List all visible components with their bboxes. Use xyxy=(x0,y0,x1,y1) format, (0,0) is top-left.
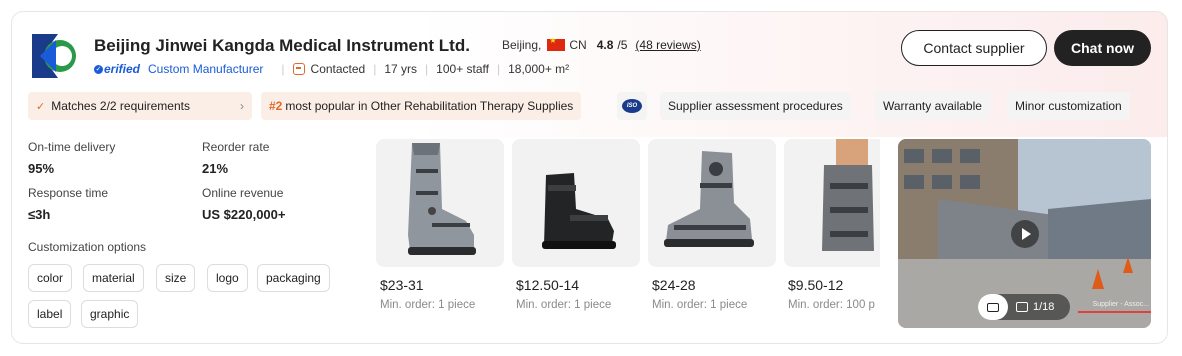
reorder-rate-value: 21% xyxy=(202,161,229,176)
factory-video[interactable]: 1/18 Supplier - Assoc... xyxy=(898,139,1151,328)
supplier-assessment-chip[interactable]: Supplier assessment procedures xyxy=(660,92,851,120)
reviews-link[interactable]: (48 reviews) xyxy=(635,38,700,52)
product-card[interactable]: $24-28 Min. order: 1 piece xyxy=(648,139,776,311)
customization-label: Customization options xyxy=(28,240,147,254)
media-count: 1/18 xyxy=(1033,301,1055,313)
product-min-order: Min. order: 1 piece xyxy=(380,299,476,311)
product-price: $23-31 xyxy=(380,277,424,293)
contact-supplier-button[interactable]: Contact supplier xyxy=(901,30,1047,66)
contacted-status: Contacted xyxy=(310,62,366,76)
city: Beijing, xyxy=(502,38,542,52)
divider: | xyxy=(281,62,285,76)
online-revenue-value: US $220,000+ xyxy=(202,207,286,222)
country-code: CN xyxy=(569,38,587,52)
product-image[interactable] xyxy=(512,139,640,267)
product-price: $9.50-12 xyxy=(788,277,844,293)
video-camera-icon[interactable] xyxy=(978,294,1008,320)
supplier-card: Beijing Jinwei Kangda Medical Instrument… xyxy=(11,11,1168,344)
online-revenue-label: Online revenue xyxy=(202,186,284,200)
customization-tag[interactable]: logo xyxy=(207,264,248,292)
contacted-icon xyxy=(292,63,305,75)
ontime-delivery-label: On-time delivery xyxy=(28,140,116,154)
matches-text: Matches 2/2 requirements xyxy=(51,99,190,113)
matches-requirements-chip[interactable]: ✓ Matches 2/2 requirements › xyxy=(28,92,252,120)
check-icon: ✓ xyxy=(36,101,46,113)
ontime-delivery-value: 95% xyxy=(28,161,55,176)
popularity-chip[interactable]: #2 most popular in Other Rehabilitation … xyxy=(261,92,582,120)
response-time-label: Response time xyxy=(28,186,109,200)
popularity-text: most popular in Other Rehabilitation The… xyxy=(285,99,574,113)
customization-tag[interactable]: material xyxy=(83,264,144,292)
verified-badge[interactable]: ✓ erified xyxy=(94,62,140,76)
iso-icon: ISO xyxy=(622,99,642,113)
customization-tag[interactable]: packaging xyxy=(257,264,330,292)
response-time-value: ≤3h xyxy=(28,207,51,222)
verified-check-icon: ✓ xyxy=(94,64,103,74)
chevron-right-icon: › xyxy=(240,99,244,113)
verified-text: erified xyxy=(104,62,141,76)
product-min-order: Min. order: 1 piece xyxy=(652,299,748,311)
play-icon[interactable] xyxy=(1011,220,1039,248)
media-switcher[interactable]: 1/18 xyxy=(978,294,1070,320)
product-min-order: Min. order: 1 piece xyxy=(516,299,612,311)
warranty-chip[interactable]: Warranty available xyxy=(875,92,990,120)
chat-now-button[interactable]: Chat now xyxy=(1054,30,1151,66)
divider: | xyxy=(425,62,429,76)
minor-customization-chip[interactable]: Minor customization xyxy=(1007,92,1130,120)
product-min-order: Min. order: 100 p xyxy=(788,299,875,311)
company-name[interactable]: Beijing Jinwei Kangda Medical Instrument… xyxy=(94,36,470,56)
customization-tag[interactable]: graphic xyxy=(81,300,139,328)
verified-type[interactable]: Custom Manufacturer xyxy=(148,62,263,76)
staff-count: 100+ staff xyxy=(436,62,489,76)
rating-value: 4.8 xyxy=(596,38,614,52)
image-gallery-icon[interactable] xyxy=(1016,302,1028,312)
china-flag-icon xyxy=(547,36,566,51)
company-logo[interactable] xyxy=(28,30,80,82)
customization-tag[interactable]: size xyxy=(156,264,196,292)
product-card[interactable]: $12.50-14 Min. order: 1 piece xyxy=(512,139,640,311)
divider: | xyxy=(373,62,377,76)
supplier-meta: ✓ erified Custom Manufacturer | Contacted… xyxy=(94,62,569,76)
factory-area: 18,000+ m² xyxy=(508,62,570,76)
reorder-rate-label: Reorder rate xyxy=(202,140,270,154)
iso-certification-chip[interactable]: ISO xyxy=(617,92,647,120)
product-card[interactable]: $23-31 Min. order: 1 piece xyxy=(376,139,504,311)
product-card[interactable]: $9.50-12 Min. order: 100 p xyxy=(784,139,880,311)
popularity-rank: #2 xyxy=(269,99,283,113)
years-in-business: 17 yrs xyxy=(384,62,418,76)
rating-scale: /5 xyxy=(617,38,628,52)
product-image[interactable] xyxy=(784,139,880,267)
customization-tag[interactable]: color xyxy=(28,264,73,292)
video-caption: Supplier - Assoc... xyxy=(1092,301,1149,308)
supplier-location: Beijing, CN 4.8/5 (48 reviews) xyxy=(502,36,701,52)
product-price: $12.50-14 xyxy=(516,277,580,293)
customization-tag[interactable]: label xyxy=(28,300,72,328)
product-image[interactable] xyxy=(648,139,776,267)
product-price: $24-28 xyxy=(652,277,696,293)
product-image[interactable] xyxy=(376,139,504,267)
divider: | xyxy=(497,62,501,76)
